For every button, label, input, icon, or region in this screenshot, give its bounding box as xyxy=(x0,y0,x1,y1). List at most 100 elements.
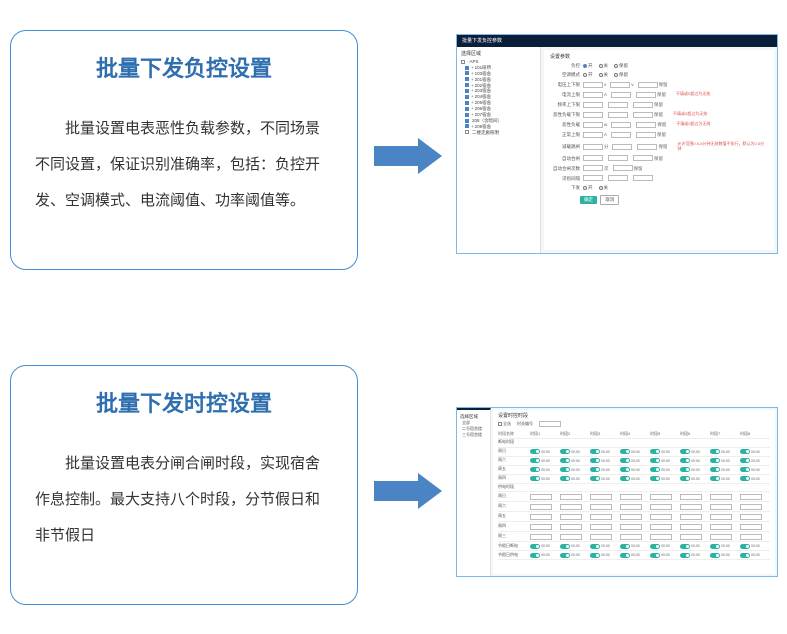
checkbox-icon[interactable] xyxy=(465,130,469,134)
checkbox-icon[interactable] xyxy=(465,124,469,128)
time-input[interactable] xyxy=(680,514,702,520)
toggle-switch[interactable] xyxy=(680,458,690,463)
text-input[interactable] xyxy=(633,102,653,108)
expand-icon[interactable]: + xyxy=(471,112,474,117)
time-input[interactable] xyxy=(650,534,672,540)
expand-icon[interactable]: + xyxy=(471,106,474,111)
toggle-switch[interactable] xyxy=(740,467,750,472)
text-input[interactable] xyxy=(583,82,603,88)
toggle-switch[interactable] xyxy=(740,449,750,454)
radio-icon[interactable] xyxy=(614,73,618,77)
toggle-switch[interactable] xyxy=(680,476,690,481)
toggle-switch[interactable] xyxy=(650,476,660,481)
tree-node[interactable]: -APS xyxy=(461,59,536,64)
toggle-switch[interactable] xyxy=(530,544,540,549)
time-input[interactable] xyxy=(560,504,582,510)
text-input[interactable] xyxy=(633,112,653,118)
text-input[interactable] xyxy=(637,144,657,150)
expand-icon[interactable]: + xyxy=(471,100,474,105)
toggle-switch[interactable] xyxy=(650,553,660,558)
toggle-switch[interactable] xyxy=(740,553,750,558)
time-input[interactable] xyxy=(560,494,582,500)
time-input[interactable] xyxy=(590,534,612,540)
checkbox-icon[interactable] xyxy=(465,66,469,70)
time-input[interactable] xyxy=(680,524,702,530)
toggle-switch[interactable] xyxy=(680,467,690,472)
toggle-switch[interactable] xyxy=(530,449,540,454)
time-input[interactable] xyxy=(560,524,582,530)
cancel-button[interactable]: 取消 xyxy=(600,195,619,205)
tree-node[interactable]: +202宿舍 xyxy=(461,83,536,88)
text-input[interactable] xyxy=(608,155,628,161)
toggle-switch[interactable] xyxy=(590,553,600,558)
text-input[interactable] xyxy=(638,82,658,88)
checkbox-icon[interactable] xyxy=(465,83,469,87)
time-input[interactable] xyxy=(590,504,612,510)
text-input[interactable] xyxy=(583,155,603,161)
expand-icon[interactable]: + xyxy=(471,71,474,76)
time-input[interactable] xyxy=(620,504,642,510)
time-input[interactable] xyxy=(650,524,672,530)
time-input[interactable] xyxy=(620,494,642,500)
toggle-switch[interactable] xyxy=(650,467,660,472)
time-input[interactable] xyxy=(530,514,552,520)
radio-icon[interactable] xyxy=(614,64,618,68)
text-input[interactable] xyxy=(608,112,628,118)
checkbox-icon[interactable] xyxy=(465,71,469,75)
text-input[interactable] xyxy=(608,175,628,181)
toggle-switch[interactable] xyxy=(650,458,660,463)
time-input[interactable] xyxy=(620,524,642,530)
time-input[interactable] xyxy=(590,514,612,520)
toggle-switch[interactable] xyxy=(710,544,720,549)
expand-icon[interactable]: + xyxy=(471,83,474,88)
time-input[interactable] xyxy=(710,524,732,530)
text-input[interactable] xyxy=(583,132,603,138)
toggle-switch[interactable] xyxy=(560,553,570,558)
tree-node[interactable]: +103宿舍 xyxy=(461,71,536,76)
checkbox-icon[interactable] xyxy=(461,60,465,64)
toggle-switch[interactable] xyxy=(590,449,600,454)
time-input[interactable] xyxy=(680,494,702,500)
time-input[interactable] xyxy=(530,524,552,530)
time-input[interactable] xyxy=(740,494,762,500)
time-input[interactable] xyxy=(710,504,732,510)
select-all-checkbox[interactable] xyxy=(498,422,502,426)
toggle-switch[interactable] xyxy=(740,476,750,481)
checkbox-icon[interactable] xyxy=(465,77,469,81)
time-input[interactable] xyxy=(560,514,582,520)
time-input[interactable] xyxy=(650,494,672,500)
checkbox-icon[interactable] xyxy=(465,95,469,99)
expand-icon[interactable]: + xyxy=(471,77,474,82)
tree-node[interactable]: +204宿舍 xyxy=(461,94,536,99)
toggle-switch[interactable] xyxy=(620,458,630,463)
text-input[interactable] xyxy=(636,132,656,138)
text-input[interactable] xyxy=(608,102,628,108)
tree-node[interactable]: +206宿舍 xyxy=(461,106,536,111)
text-input[interactable] xyxy=(613,165,633,171)
toggle-switch[interactable] xyxy=(560,449,570,454)
toggle-switch[interactable] xyxy=(590,458,600,463)
time-input[interactable] xyxy=(710,534,732,540)
time-input[interactable] xyxy=(740,534,762,540)
text-input[interactable] xyxy=(611,122,631,128)
expand-icon[interactable]: - xyxy=(467,59,469,64)
text-input[interactable] xyxy=(583,92,603,98)
tree-node[interactable]: 二楼走廊照明 xyxy=(461,130,536,135)
tree-node[interactable]: +203宿舍 xyxy=(461,88,536,93)
toggle-switch[interactable] xyxy=(680,553,690,558)
text-input[interactable] xyxy=(636,92,656,98)
toggle-switch[interactable] xyxy=(620,553,630,558)
toggle-switch[interactable] xyxy=(710,476,720,481)
text-input[interactable] xyxy=(583,122,603,128)
toggle-switch[interactable] xyxy=(590,467,600,472)
time-input[interactable] xyxy=(710,514,732,520)
toggle-switch[interactable] xyxy=(530,467,540,472)
tree-node[interactable]: +101研所 xyxy=(461,65,536,70)
toggle-switch[interactable] xyxy=(560,476,570,481)
toggle-switch[interactable] xyxy=(530,458,540,463)
toggle-switch[interactable] xyxy=(650,544,660,549)
checkbox-icon[interactable] xyxy=(465,113,469,117)
toggle-switch[interactable] xyxy=(710,467,720,472)
tree-node[interactable]: 208（含暗间） xyxy=(461,118,536,123)
radio-icon[interactable] xyxy=(599,186,603,190)
